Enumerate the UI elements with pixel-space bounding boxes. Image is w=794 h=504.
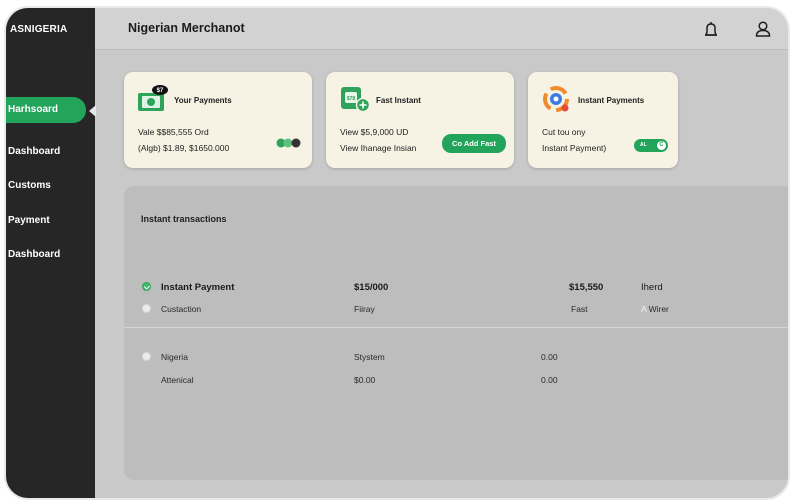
table-cell-value: Wirer xyxy=(648,304,669,314)
payment-methods-icon xyxy=(276,138,301,148)
row-radio[interactable] xyxy=(142,304,151,313)
page-title: Nigerian Merchanot xyxy=(128,21,245,35)
toggle-knob: C xyxy=(657,141,666,150)
mobile-cash-icon: $78 xyxy=(341,87,371,113)
sidebar-item-customs[interactable]: Customs xyxy=(8,180,51,191)
table-cell: Instant Payment xyxy=(161,282,235,293)
instant-payment-icon xyxy=(543,86,569,112)
badge-7: $7 xyxy=(157,88,164,94)
notification-icon[interactable] xyxy=(702,20,720,38)
panel-title: Instant transactions xyxy=(141,214,227,224)
card-line: Cut tou ony xyxy=(542,127,586,137)
sidebar-item-dashboard-2[interactable]: Dashboard xyxy=(8,249,60,260)
table-cell: 0.00 xyxy=(541,375,558,385)
card-line: Instant Payment) xyxy=(542,143,607,153)
instant-payment-toggle[interactable]: AL C xyxy=(634,139,668,152)
table-cell: Stystem xyxy=(354,352,385,362)
add-fast-button[interactable]: Co Add Fast xyxy=(442,134,506,153)
badge-78: $78 xyxy=(347,96,356,102)
app-window: ASNIGERIA Harhsoard Dashboard Customs Pa… xyxy=(4,6,790,500)
sidebar-item-dashboard[interactable]: Dashboard xyxy=(8,146,60,157)
card-instant-payments[interactable]: Instant Payments Cut tou ony Instant Pay… xyxy=(528,72,678,168)
card-title: Fast Instant xyxy=(376,96,421,105)
sidebar-item-active[interactable]: Harhsoard xyxy=(6,97,86,123)
table-cell: A Wirer xyxy=(641,304,669,314)
row-radio[interactable] xyxy=(142,352,151,361)
divider xyxy=(124,327,788,328)
card-title: Instant Payments xyxy=(578,96,645,105)
brand-logo: ASNIGERIA xyxy=(10,24,68,35)
card-your-payments[interactable]: $7 Your Payments Vale $$85,555 Ord (Algb… xyxy=(124,72,312,168)
sidebar: ASNIGERIA Harhsoard Dashboard Customs Pa… xyxy=(6,8,95,498)
table-cell: Fast xyxy=(571,304,588,314)
card-fast-instant[interactable]: $78 Fast Instant View $5,9,000 UD View I… xyxy=(326,72,514,168)
table-cell: Custaction xyxy=(161,304,202,314)
card-line: Vale $$85,555 Ord xyxy=(138,127,209,137)
table-cell: $15,550 xyxy=(569,282,604,293)
table-cell: 0.00 xyxy=(541,352,558,362)
toggle-label: AL xyxy=(640,142,647,148)
card-line: View Ihanage Insian xyxy=(340,143,417,153)
row-radio-checked[interactable] xyxy=(142,282,151,291)
user-profile-icon[interactable] xyxy=(754,20,772,38)
table-cell: Nigeria xyxy=(161,352,188,362)
card-title: Your Payments xyxy=(174,96,232,105)
active-indicator-arrow xyxy=(89,105,96,117)
table-cell: Iherd xyxy=(641,282,663,293)
transactions-panel: Instant transactions Instant Payment $15… xyxy=(124,186,788,480)
card-line: View $5,9,000 UD xyxy=(340,127,409,137)
table-cell: Fiiray xyxy=(354,304,375,314)
cash-icon: $7 xyxy=(138,85,168,111)
table-cell: Attenical xyxy=(161,375,194,385)
table-cell-prefix: A xyxy=(641,304,647,314)
sidebar-item-payment[interactable]: Payment xyxy=(8,215,50,226)
top-bar: Nigerian Merchanot xyxy=(95,8,788,50)
card-line: (Algb) $1.89, $1650.000 xyxy=(138,143,230,153)
table-cell: $0.00 xyxy=(354,375,376,385)
table-cell: $15/000 xyxy=(354,282,389,293)
